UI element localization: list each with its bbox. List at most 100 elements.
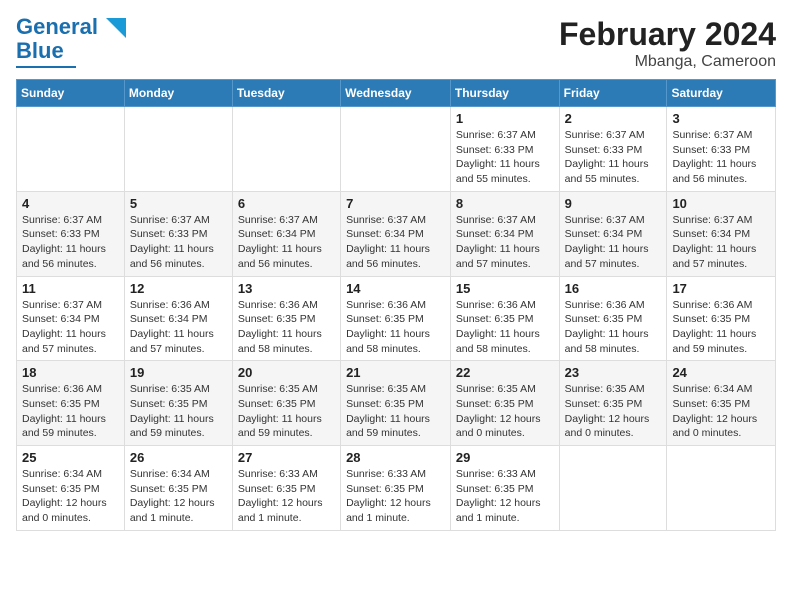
calendar-cell: 24 Sunrise: 6:34 AM Sunset: 6:35 PM Dayli… xyxy=(667,361,776,446)
weekday-row: SundayMondayTuesdayWednesdayThursdayFrid… xyxy=(17,80,776,107)
calendar-week-row: 25Sunrise: 6:34 AM Sunset: 6:35 PM Dayli… xyxy=(17,446,776,531)
day-number: 26 xyxy=(130,450,227,465)
calendar-cell: 2 Sunrise: 6:37 AM Sunset: 6:33 PM Daylig… xyxy=(559,107,667,192)
day-info: Sunrise: 6:37 AM Sunset: 6:34 PM Dayligh… xyxy=(22,298,119,357)
weekday-header: Tuesday xyxy=(232,80,340,107)
day-number: 19 xyxy=(130,365,227,380)
day-info: Sunrise: 6:37 AM Sunset: 6:33 PM Dayligh… xyxy=(456,128,554,187)
day-info: Sunrise: 6:35 AM Sunset: 6:35 PM Dayligh… xyxy=(130,382,227,441)
title-block: February 2024 Mbanga, Cameroon xyxy=(559,16,776,71)
day-number: 10 xyxy=(672,196,770,211)
calendar-cell: 8 Sunrise: 6:37 AM Sunset: 6:34 PM Daylig… xyxy=(450,191,559,276)
weekday-header: Friday xyxy=(559,80,667,107)
day-info: Sunrise: 6:36 AM Sunset: 6:35 PM Dayligh… xyxy=(672,298,770,357)
day-number: 4 xyxy=(22,196,119,211)
day-number: 1 xyxy=(456,111,554,126)
day-number: 3 xyxy=(672,111,770,126)
calendar-cell xyxy=(341,107,451,192)
calendar-cell: 20Sunrise: 6:35 AM Sunset: 6:35 PM Dayli… xyxy=(232,361,340,446)
day-number: 8 xyxy=(456,196,554,211)
calendar-cell: 27 Sunrise: 6:33 AM Sunset: 6:35 PM Dayli… xyxy=(232,446,340,531)
day-number: 15 xyxy=(456,281,554,296)
day-info: Sunrise: 6:37 AM Sunset: 6:34 PM Dayligh… xyxy=(672,213,770,272)
day-info: Sunrise: 6:35 AM Sunset: 6:35 PM Dayligh… xyxy=(456,382,554,441)
calendar-week-row: 18 Sunrise: 6:36 AM Sunset: 6:35 PM Dayli… xyxy=(17,361,776,446)
calendar-header: SundayMondayTuesdayWednesdayThursdayFrid… xyxy=(17,80,776,107)
calendar-cell: 29Sunrise: 6:33 AM Sunset: 6:35 PM Dayli… xyxy=(450,446,559,531)
day-info: Sunrise: 6:33 AM Sunset: 6:35 PM Dayligh… xyxy=(456,467,554,526)
day-info: Sunrise: 6:35 AM Sunset: 6:35 PM Dayligh… xyxy=(565,382,662,441)
day-number: 11 xyxy=(22,281,119,296)
calendar-cell: 18 Sunrise: 6:36 AM Sunset: 6:35 PM Dayli… xyxy=(17,361,125,446)
day-number: 24 xyxy=(672,365,770,380)
day-info: Sunrise: 6:36 AM Sunset: 6:35 PM Dayligh… xyxy=(565,298,662,357)
day-number: 13 xyxy=(238,281,335,296)
logo: General Blue xyxy=(16,16,126,68)
calendar-cell: 7 Sunrise: 6:37 AM Sunset: 6:34 PM Daylig… xyxy=(341,191,451,276)
day-info: Sunrise: 6:33 AM Sunset: 6:35 PM Dayligh… xyxy=(346,467,445,526)
calendar-table: SundayMondayTuesdayWednesdayThursdayFrid… xyxy=(16,79,776,531)
calendar-cell xyxy=(17,107,125,192)
calendar-cell: 19 Sunrise: 6:35 AM Sunset: 6:35 PM Dayli… xyxy=(124,361,232,446)
day-number: 12 xyxy=(130,281,227,296)
calendar-cell: 15 Sunrise: 6:36 AM Sunset: 6:35 PM Dayli… xyxy=(450,276,559,361)
weekday-header: Saturday xyxy=(667,80,776,107)
calendar-cell: 4Sunrise: 6:37 AM Sunset: 6:33 PM Daylig… xyxy=(17,191,125,276)
day-number: 2 xyxy=(565,111,662,126)
calendar-cell: 25Sunrise: 6:34 AM Sunset: 6:35 PM Dayli… xyxy=(17,446,125,531)
day-info: Sunrise: 6:34 AM Sunset: 6:35 PM Dayligh… xyxy=(672,382,770,441)
page-subtitle: Mbanga, Cameroon xyxy=(559,53,776,71)
day-number: 14 xyxy=(346,281,445,296)
calendar-cell: 23Sunrise: 6:35 AM Sunset: 6:35 PM Dayli… xyxy=(559,361,667,446)
calendar-cell: 3 Sunrise: 6:37 AM Sunset: 6:33 PM Daylig… xyxy=(667,107,776,192)
day-number: 9 xyxy=(565,196,662,211)
calendar-cell: 22 Sunrise: 6:35 AM Sunset: 6:35 PM Dayli… xyxy=(450,361,559,446)
calendar-cell xyxy=(559,446,667,531)
weekday-header: Wednesday xyxy=(341,80,451,107)
day-info: Sunrise: 6:36 AM Sunset: 6:35 PM Dayligh… xyxy=(238,298,335,357)
weekday-header: Thursday xyxy=(450,80,559,107)
calendar-cell: 17 Sunrise: 6:36 AM Sunset: 6:35 PM Dayli… xyxy=(667,276,776,361)
weekday-header: Monday xyxy=(124,80,232,107)
calendar-cell: 10 Sunrise: 6:37 AM Sunset: 6:34 PM Dayli… xyxy=(667,191,776,276)
day-info: Sunrise: 6:34 AM Sunset: 6:35 PM Dayligh… xyxy=(22,467,119,526)
calendar-cell: 26 Sunrise: 6:34 AM Sunset: 6:35 PM Dayli… xyxy=(124,446,232,531)
calendar-cell: 9 Sunrise: 6:37 AM Sunset: 6:34 PM Daylig… xyxy=(559,191,667,276)
calendar-cell: 16 Sunrise: 6:36 AM Sunset: 6:35 PM Dayli… xyxy=(559,276,667,361)
calendar-cell: 14Sunrise: 6:36 AM Sunset: 6:35 PM Dayli… xyxy=(341,276,451,361)
calendar-cell: 12Sunrise: 6:36 AM Sunset: 6:34 PM Dayli… xyxy=(124,276,232,361)
day-number: 17 xyxy=(672,281,770,296)
day-number: 18 xyxy=(22,365,119,380)
day-info: Sunrise: 6:33 AM Sunset: 6:35 PM Dayligh… xyxy=(238,467,335,526)
day-info: Sunrise: 6:36 AM Sunset: 6:35 PM Dayligh… xyxy=(22,382,119,441)
page-title: February 2024 xyxy=(559,16,776,53)
calendar-cell xyxy=(667,446,776,531)
calendar-cell: 1 Sunrise: 6:37 AM Sunset: 6:33 PM Daylig… xyxy=(450,107,559,192)
calendar-cell: 11 Sunrise: 6:37 AM Sunset: 6:34 PM Dayli… xyxy=(17,276,125,361)
day-info: Sunrise: 6:37 AM Sunset: 6:34 PM Dayligh… xyxy=(238,213,335,272)
logo-blue-text: Blue xyxy=(16,38,64,64)
day-info: Sunrise: 6:36 AM Sunset: 6:35 PM Dayligh… xyxy=(456,298,554,357)
day-number: 7 xyxy=(346,196,445,211)
day-number: 20 xyxy=(238,365,335,380)
logo-text: General xyxy=(16,16,126,38)
day-info: Sunrise: 6:37 AM Sunset: 6:34 PM Dayligh… xyxy=(456,213,554,272)
calendar-cell: 5 Sunrise: 6:37 AM Sunset: 6:33 PM Daylig… xyxy=(124,191,232,276)
day-number: 6 xyxy=(238,196,335,211)
day-info: Sunrise: 6:35 AM Sunset: 6:35 PM Dayligh… xyxy=(346,382,445,441)
day-number: 22 xyxy=(456,365,554,380)
logo-divider xyxy=(16,66,76,68)
day-info: Sunrise: 6:37 AM Sunset: 6:33 PM Dayligh… xyxy=(672,128,770,187)
calendar-cell: 21Sunrise: 6:35 AM Sunset: 6:35 PM Dayli… xyxy=(341,361,451,446)
day-info: Sunrise: 6:37 AM Sunset: 6:34 PM Dayligh… xyxy=(565,213,662,272)
day-info: Sunrise: 6:37 AM Sunset: 6:33 PM Dayligh… xyxy=(130,213,227,272)
day-info: Sunrise: 6:34 AM Sunset: 6:35 PM Dayligh… xyxy=(130,467,227,526)
day-number: 16 xyxy=(565,281,662,296)
calendar-cell: 28 Sunrise: 6:33 AM Sunset: 6:35 PM Dayli… xyxy=(341,446,451,531)
day-info: Sunrise: 6:37 AM Sunset: 6:34 PM Dayligh… xyxy=(346,213,445,272)
day-number: 28 xyxy=(346,450,445,465)
day-number: 27 xyxy=(238,450,335,465)
calendar-week-row: 4 Sunrise: 6:37 AM Sunset: 6:33 PM Daylig… xyxy=(17,191,776,276)
day-info: Sunrise: 6:37 AM Sunset: 6:33 PM Dayligh… xyxy=(565,128,662,187)
day-number: 5 xyxy=(130,196,227,211)
